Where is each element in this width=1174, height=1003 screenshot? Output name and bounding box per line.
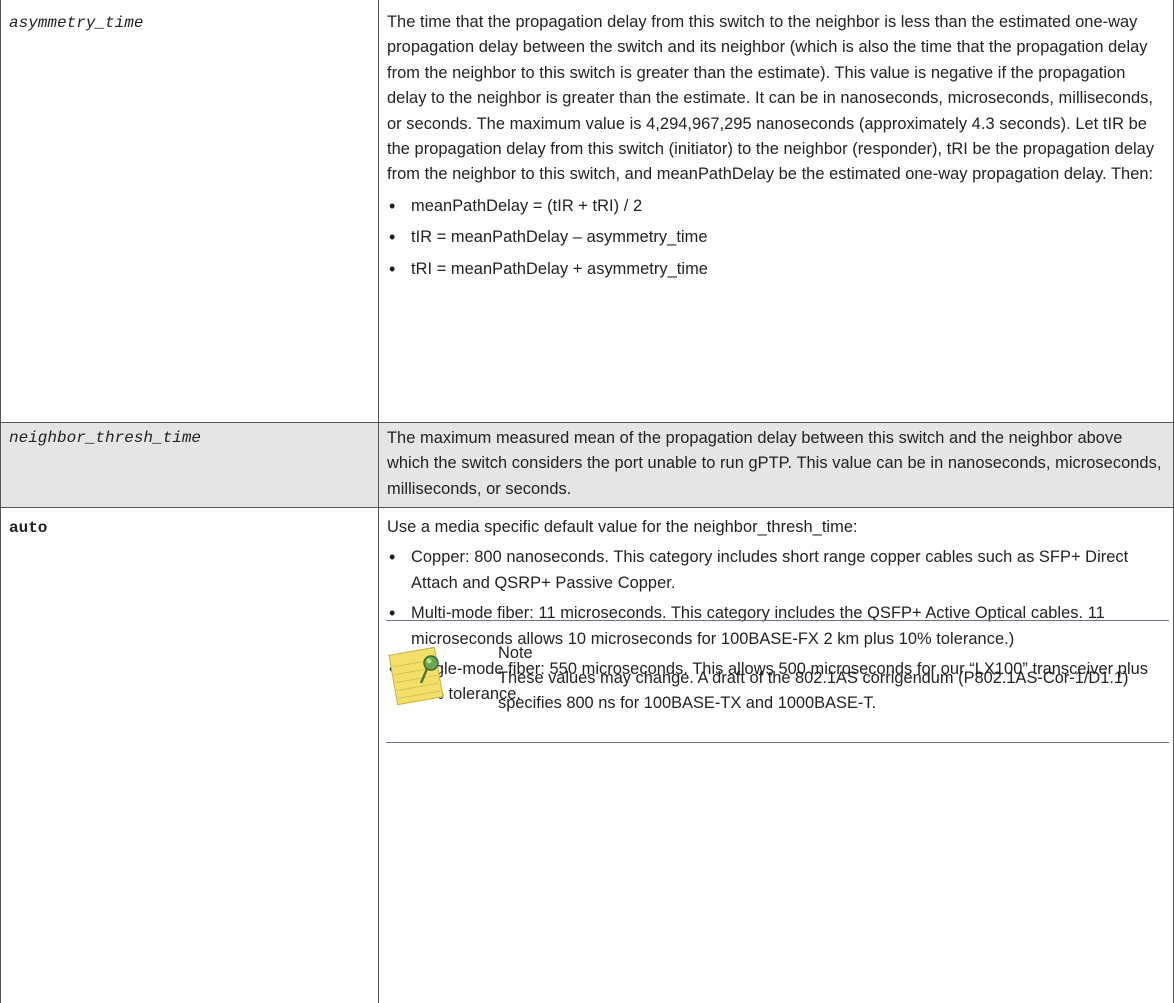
param-name-cell: neighbor_thresh_time [1,423,379,507]
param-description-cell: The time that the propagation delay from… [387,10,1165,282]
param-name-cell: auto [1,508,379,1003]
note-bottom-divider [386,742,1169,743]
param-keyword: auto [9,519,48,537]
param-name: neighbor_thresh_time [9,429,202,447]
param-row-neighbor-thresh-time: neighbor_thresh_time The maximum measure… [0,423,1174,508]
list-item: Copper: 800 nanoseconds. This category i… [387,545,1165,596]
param-name-cell: asymmetry_time [1,0,379,422]
note-top-divider [386,620,1169,621]
param-description-cell: The maximum measured mean of the propaga… [387,426,1165,502]
param-description: The time that the propagation delay from… [387,13,1155,184]
note-pad-icon [387,645,445,707]
param-name: asymmetry_time [9,14,144,32]
param-row-asymmetry-time: asymmetry_time The time that the propaga… [0,0,1174,423]
list-item: tIR = meanPathDelay – asymmetry_time [387,225,1165,251]
param-description: Use a media specific default value for t… [387,518,858,536]
param-description: The maximum measured mean of the propaga… [387,429,1162,498]
list-item: meanPathDelay = (tIR + tRI) / 2 [387,194,1165,220]
formula-list: meanPathDelay = (tIR + tRI) / 2 tIR = me… [387,194,1165,283]
param-row-auto: auto Use a media specific default value … [0,508,1174,1003]
list-item: tRI = meanPathDelay + asymmetry_time [387,257,1165,283]
note-text: These values may change. A draft of the … [498,669,1129,713]
note-title: Note [498,644,533,662]
